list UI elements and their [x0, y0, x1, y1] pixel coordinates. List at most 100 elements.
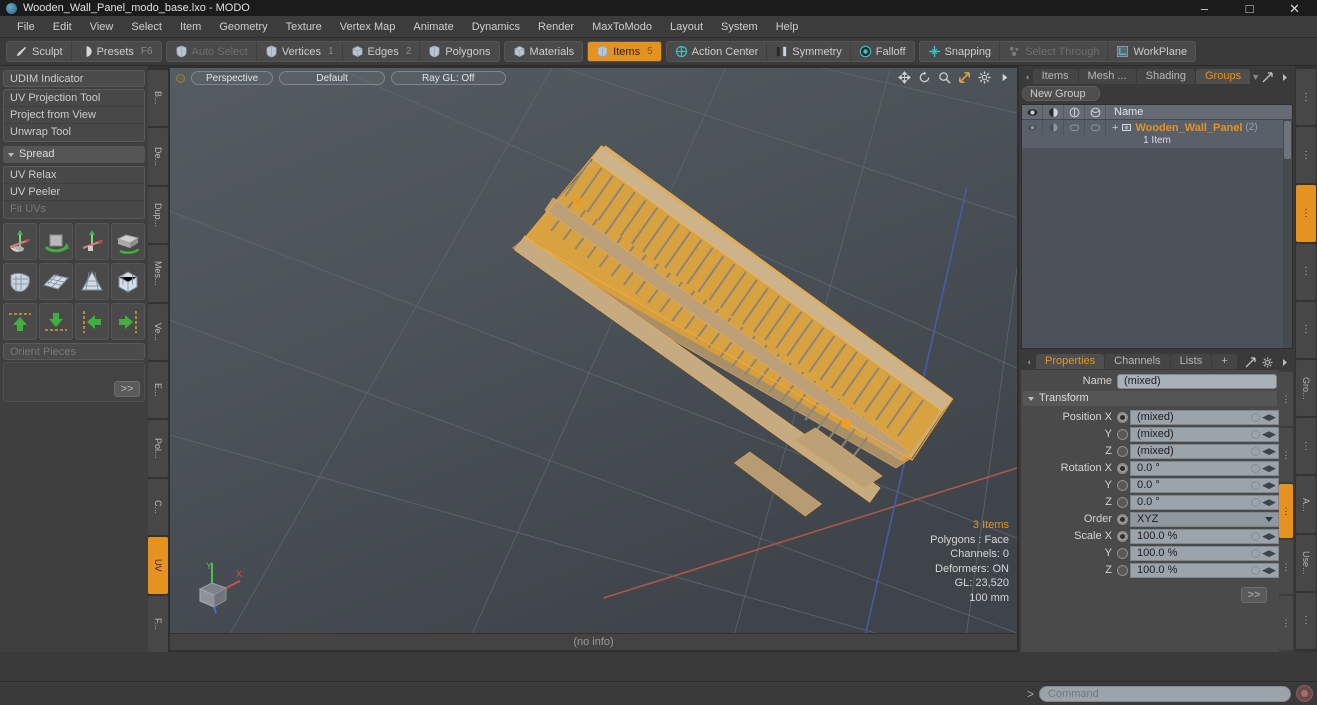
tool-uv-projection-tool[interactable]: UV Projection Tool: [4, 90, 144, 107]
eye-icon[interactable]: [1022, 105, 1043, 119]
left-vtab-ve[interactable]: Ve...: [148, 303, 168, 361]
menu-item-geometry[interactable]: Geometry: [210, 16, 276, 38]
property-spinner-icon[interactable]: ◀▶: [1262, 480, 1276, 491]
uv-box-unwrap-icon[interactable]: [111, 263, 145, 300]
toolbar-polygons-button[interactable]: Polygons: [420, 42, 498, 61]
name-field[interactable]: (mixed): [1117, 373, 1277, 389]
row-eye-toggle[interactable]: [1022, 120, 1043, 135]
gear-icon[interactable]: [978, 71, 991, 84]
far-right-tab-dots[interactable]: [1296, 127, 1316, 184]
property-channel-toggle[interactable]: [1117, 411, 1128, 423]
close-button[interactable]: ✕: [1272, 0, 1317, 16]
expand-panel-icon[interactable]: [1262, 72, 1273, 83]
uv-plane-unwrap-icon[interactable]: [39, 263, 73, 300]
left-vtab-dup[interactable]: Dup...: [148, 186, 168, 244]
row-wireframe-toggle[interactable]: [1085, 120, 1106, 135]
property-spinner-icon[interactable]: ◀▶: [1262, 446, 1276, 457]
property-value-field[interactable]: (mixed) ◀▶: [1130, 426, 1279, 442]
menu-item-vertex-map[interactable]: Vertex Map: [331, 16, 405, 38]
orient-pieces-button[interactable]: Orient Pieces: [3, 343, 145, 360]
chevron-right-icon[interactable]: [1279, 72, 1290, 83]
toolbar-auto-select-button[interactable]: Auto Select: [167, 42, 257, 61]
tab-lists[interactable]: Lists: [1170, 354, 1212, 369]
tool-unwrap-tool[interactable]: Unwrap Tool: [4, 124, 144, 141]
property-spinner-icon[interactable]: ◀▶: [1262, 531, 1276, 542]
align-up-icon[interactable]: [3, 303, 37, 340]
wireframe-icon[interactable]: [1085, 105, 1106, 119]
chevron-right-icon[interactable]: [998, 71, 1011, 84]
property-value-field[interactable]: (mixed) ◀▶: [1130, 443, 1279, 459]
align-left-icon[interactable]: [75, 303, 109, 340]
uv-scale-icon[interactable]: [75, 223, 109, 260]
tab-shading[interactable]: Shading: [1136, 69, 1195, 84]
rotate-icon[interactable]: [918, 71, 931, 84]
toolbar-vertices-button[interactable]: Vertices 1: [257, 42, 343, 61]
tool-project-from-view[interactable]: Project from View: [4, 107, 144, 124]
uv-cone-unwrap-icon[interactable]: [75, 263, 109, 300]
menu-item-file[interactable]: File: [8, 16, 44, 38]
far-right-tab-dots[interactable]: [1296, 301, 1316, 359]
lock-icon[interactable]: [1064, 105, 1085, 119]
gear-icon[interactable]: [1262, 357, 1273, 368]
viewport-raygl-toggle[interactable]: Ray GL: Off: [390, 71, 506, 85]
groups-list-scrollbar[interactable]: [1283, 120, 1292, 348]
group-item-name-cell[interactable]: + Wooden_Wall_Panel (2): [1106, 122, 1292, 134]
panel-menu-dot-icon[interactable]: ◖: [1023, 70, 1032, 84]
property-value-field[interactable]: 100.0 % ◀▶: [1130, 528, 1279, 544]
far-right-tab-dots[interactable]: [1296, 69, 1316, 126]
menu-item-texture[interactable]: Texture: [277, 16, 331, 38]
menu-item-layout[interactable]: Layout: [661, 16, 712, 38]
menu-item-maxtomodo[interactable]: MaxToModo: [583, 16, 661, 38]
left-vtab-de[interactable]: De...: [148, 128, 168, 185]
menu-item-animate[interactable]: Animate: [404, 16, 462, 38]
tool-uv-peeler[interactable]: UV Peeler: [4, 184, 144, 201]
property-channel-toggle[interactable]: [1117, 445, 1128, 457]
fit-icon[interactable]: [958, 71, 971, 84]
property-spinner-icon[interactable]: ◀▶: [1262, 565, 1276, 576]
property-spinner-icon[interactable]: ◀▶: [1262, 463, 1276, 474]
align-down-icon[interactable]: [39, 303, 73, 340]
toolbar-sculpt-button[interactable]: Sculpt: [7, 42, 72, 61]
toolbar-workplane-button[interactable]: WorkPlane: [1108, 42, 1195, 61]
property-channel-toggle[interactable]: [1117, 530, 1128, 542]
command-input[interactable]: [1039, 685, 1291, 702]
panel-menu-dot-icon[interactable]: ◖: [1023, 355, 1035, 369]
left-vtab-e[interactable]: E...: [148, 362, 168, 419]
property-key-icon[interactable]: [1251, 548, 1260, 558]
tab-items[interactable]: Items: [1032, 69, 1078, 84]
expand-group-icon[interactable]: +: [1112, 122, 1118, 134]
toolbar-select-through-button[interactable]: Select Through: [1000, 42, 1109, 61]
tab-channels[interactable]: Channels: [1105, 354, 1170, 369]
record-icon[interactable]: [1296, 685, 1313, 702]
uv-move-icon[interactable]: [3, 223, 37, 260]
property-channel-toggle[interactable]: [1117, 513, 1128, 525]
property-key-icon[interactable]: [1251, 463, 1260, 473]
property-key-icon[interactable]: [1251, 497, 1260, 507]
property-channel-toggle[interactable]: [1117, 462, 1128, 474]
menu-item-help[interactable]: Help: [767, 16, 808, 38]
uv-sphere-unwrap-icon[interactable]: [3, 263, 37, 300]
toolbar-action-center-button[interactable]: Action Center: [667, 42, 768, 61]
left-vtab-b[interactable]: B...: [148, 70, 168, 127]
transform-section-header[interactable]: Transform: [1023, 391, 1277, 406]
tab-[interactable]: +: [1212, 354, 1237, 369]
far-right-tab-dots[interactable]: [1296, 418, 1316, 475]
property-value-field[interactable]: 100.0 % ◀▶: [1130, 545, 1279, 561]
property-spinner-icon[interactable]: ◀▶: [1262, 412, 1276, 423]
menu-item-view[interactable]: View: [81, 16, 123, 38]
property-spinner-icon[interactable]: ◀▶: [1262, 429, 1276, 440]
uv-flip-icon[interactable]: [111, 223, 145, 260]
toolbar-symmetry-button[interactable]: Symmetry: [767, 42, 851, 61]
chevron-right-icon[interactable]: [1279, 357, 1290, 368]
tab-mesh[interactable]: Mesh ...: [1078, 69, 1136, 84]
property-spinner-icon[interactable]: ◀▶: [1262, 497, 1276, 508]
pan-icon[interactable]: [898, 71, 911, 84]
menu-item-item[interactable]: Item: [171, 16, 210, 38]
udim-indicator-button[interactable]: UDIM Indicator: [3, 70, 145, 87]
property-value-field[interactable]: 0.0 ° ◀▶: [1130, 494, 1279, 510]
toolbar-snapping-button[interactable]: Snapping: [920, 42, 1001, 61]
property-key-icon[interactable]: [1251, 565, 1260, 575]
tool-uv-relax[interactable]: UV Relax: [4, 167, 144, 184]
viewport-shading-default[interactable]: Default: [279, 71, 385, 85]
properties-more-button[interactable]: >>: [1241, 587, 1267, 603]
